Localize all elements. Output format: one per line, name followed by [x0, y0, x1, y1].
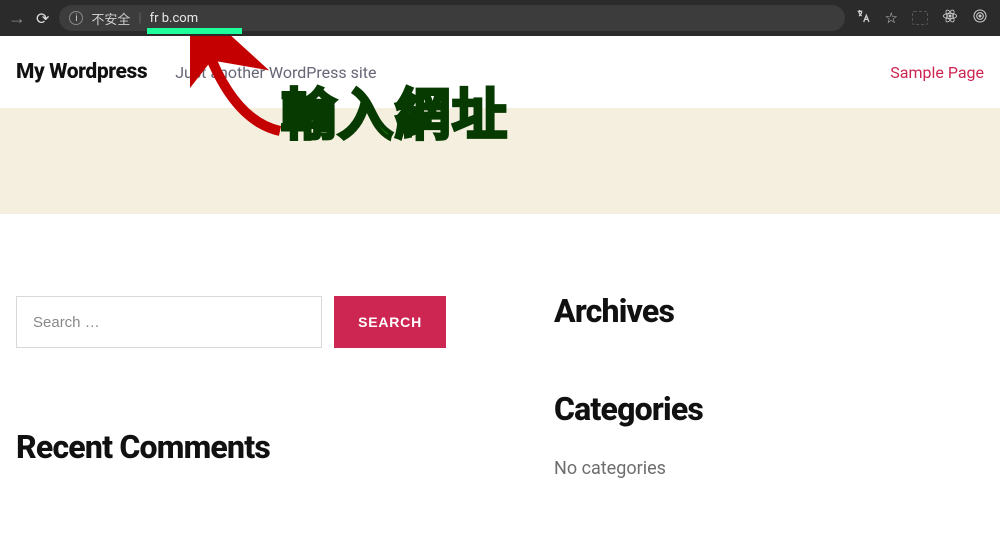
extension-icons: ☆: [855, 8, 992, 28]
site-tagline: Just another WordPress site: [175, 63, 376, 82]
search-button[interactable]: SEARCH: [334, 296, 446, 348]
site-title[interactable]: My Wordpress: [16, 60, 147, 84]
url-text: fr b.com: [150, 11, 199, 26]
archives-heading: Archives: [554, 292, 984, 330]
info-icon[interactable]: i: [69, 11, 83, 25]
translate-icon[interactable]: [855, 8, 871, 28]
search-form: SEARCH: [16, 296, 446, 348]
insecure-label: 不安全: [91, 9, 130, 28]
refresh-icon[interactable]: ⟳: [36, 9, 49, 28]
search-input[interactable]: [16, 296, 322, 348]
header-left: My Wordpress Just another WordPress site: [16, 60, 377, 84]
left-column: SEARCH Recent Comments: [16, 296, 446, 479]
site-header: My Wordpress Just another WordPress site…: [0, 36, 1000, 108]
target-icon[interactable]: [972, 8, 988, 28]
recent-comments-heading: Recent Comments: [16, 428, 446, 466]
right-column: Archives Categories No categories: [506, 296, 984, 479]
no-categories-text: No categories: [554, 458, 984, 479]
main-content: SEARCH Recent Comments Archives Categori…: [0, 214, 1000, 479]
bookmark-star-icon[interactable]: ☆: [885, 9, 898, 27]
react-devtools-icon[interactable]: [942, 8, 958, 28]
hero-band: [0, 108, 1000, 214]
divider: |: [138, 11, 141, 26]
categories-heading: Categories: [554, 390, 984, 428]
nav-sample-page[interactable]: Sample Page: [890, 63, 984, 82]
url-highlight-annotation: [147, 28, 242, 34]
bracket-icon[interactable]: [912, 11, 928, 25]
forward-icon[interactable]: →: [8, 8, 26, 29]
